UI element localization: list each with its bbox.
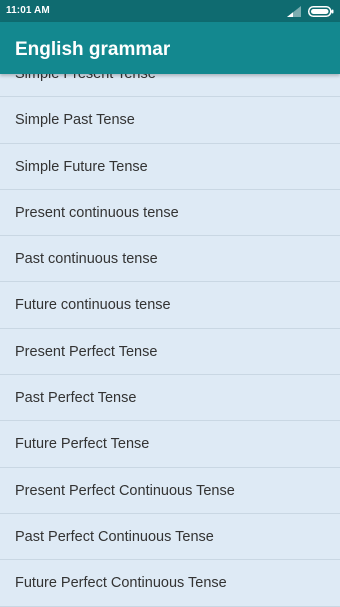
list-item-past-continuous[interactable]: Past continuous tense	[0, 236, 340, 283]
list-item-label: Past Perfect Tense	[15, 390, 137, 407]
app-bar: English grammar	[0, 22, 340, 74]
list-item-past-perfect-continuous[interactable]: Past Perfect Continuous Tense	[0, 514, 340, 561]
signal-icon	[287, 6, 301, 17]
list-item-simple-past[interactable]: Simple Past Tense	[0, 97, 340, 144]
list-item-past-perfect[interactable]: Past Perfect Tense	[0, 375, 340, 422]
list-item-label: Present continuous tense	[15, 204, 179, 221]
list-item-simple-future[interactable]: Simple Future Tense	[0, 144, 340, 190]
battery-icon	[308, 6, 334, 17]
tense-list: Simple Present Tense Simple Past Tense S…	[0, 51, 340, 607]
list-item-future-continuous[interactable]: Future continuous tense	[0, 282, 340, 329]
list-item-future-perfect[interactable]: Future Perfect Tense	[0, 421, 340, 468]
status-time: 11:01 AM	[6, 5, 50, 16]
list-item-label: Past Perfect Continuous Tense	[15, 528, 214, 545]
list-item-label: Present Perfect Tense	[15, 343, 158, 360]
list-item-present-perfect-continuous[interactable]: Present Perfect Continuous Tense	[0, 468, 340, 514]
list-item-label: Future continuous tense	[15, 297, 171, 314]
list-item-label: Simple Past Tense	[15, 112, 135, 129]
list-item-present-continuous[interactable]: Present continuous tense	[0, 190, 340, 237]
app-title: English grammar	[15, 39, 171, 60]
list-item-label: Past continuous tense	[15, 251, 158, 268]
list-item-label: Simple Future Tense	[15, 158, 148, 175]
list-item-present-perfect[interactable]: Present Perfect Tense	[0, 329, 340, 376]
list-item-label: Present Perfect Continuous Tense	[15, 482, 235, 499]
list-item-label: Future Perfect Tense	[15, 436, 150, 453]
list-item-label: Future Perfect Continuous Tense	[15, 575, 227, 592]
list-item-future-perfect-continuous[interactable]: Future Perfect Continuous Tense	[0, 560, 340, 607]
status-bar: 11:01 AM	[0, 0, 340, 22]
